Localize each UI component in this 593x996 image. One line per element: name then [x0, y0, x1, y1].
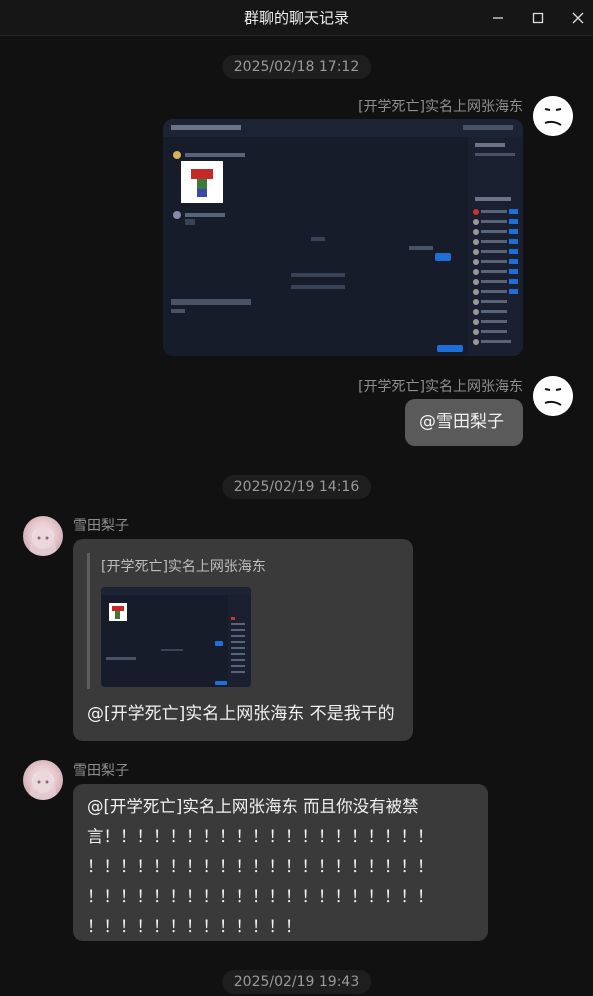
avatar[interactable]	[23, 516, 63, 556]
close-icon	[572, 12, 584, 24]
message-bubble[interactable]: @[开学死亡]实名上网张海东 而且你没有被禁 言！！！！！！！！！！！！！！！！…	[73, 784, 488, 941]
avatar[interactable]	[23, 760, 63, 800]
avatar[interactable]	[533, 96, 573, 136]
message-line: ！！！！！！！！！！！！！	[87, 917, 302, 936]
close-button[interactable]	[558, 0, 593, 36]
screenshot-thumbnail-icon	[163, 119, 523, 356]
message-line: ！！！！！！！！！！！！！！！！！！！！！	[87, 887, 434, 906]
screenshot-thumbnail-icon	[101, 587, 251, 687]
maximize-button[interactable]	[518, 0, 558, 36]
message-line: @[开学死亡]实名上网张海东 而且你没有被禁	[87, 797, 419, 816]
image-message[interactable]	[163, 119, 523, 356]
timestamp: 2025/02/18 17:12	[221, 55, 372, 79]
avatar-portrait-icon	[29, 526, 57, 556]
maximize-icon	[532, 12, 544, 24]
message-line: 言！！！！！！！！！！！！！！！！！！！！	[87, 827, 434, 846]
quoted-image[interactable]	[101, 587, 251, 687]
sender-name: [开学死亡]实名上网张海东	[358, 379, 523, 395]
sender-name: [开学死亡]实名上网张海东	[358, 99, 523, 115]
message-text: @[开学死亡]实名上网张海东 不是我干的	[87, 704, 395, 724]
message-bubble[interactable]: @雪田梨子	[405, 399, 523, 446]
minimize-button[interactable]	[478, 0, 518, 36]
minimize-icon	[493, 17, 503, 19]
quoted-sender: [开学死亡]实名上网张海东	[101, 559, 266, 575]
avatar-face-icon	[533, 376, 573, 416]
timestamp: 2025/02/19 19:43	[221, 970, 372, 994]
avatar-portrait-icon	[29, 770, 57, 800]
title-bar: 群聊的聊天记录	[0, 0, 593, 36]
reply-bubble[interactable]: [开学死亡]实名上网张海东 @[开学死亡]实名上网张海东 不是我干的	[73, 539, 413, 741]
avatar[interactable]	[533, 376, 573, 416]
message-text: @雪田梨子	[419, 412, 504, 432]
avatar-face-icon	[533, 96, 573, 136]
message-line: ！！！！！！！！！！！！！！！！！！！！！	[87, 857, 434, 876]
sender-name: 雪田梨子	[73, 518, 129, 534]
sender-name: 雪田梨子	[73, 763, 129, 779]
timestamp: 2025/02/19 14:16	[221, 475, 372, 499]
quoted-message[interactable]: [开学死亡]实名上网张海东	[87, 553, 387, 689]
